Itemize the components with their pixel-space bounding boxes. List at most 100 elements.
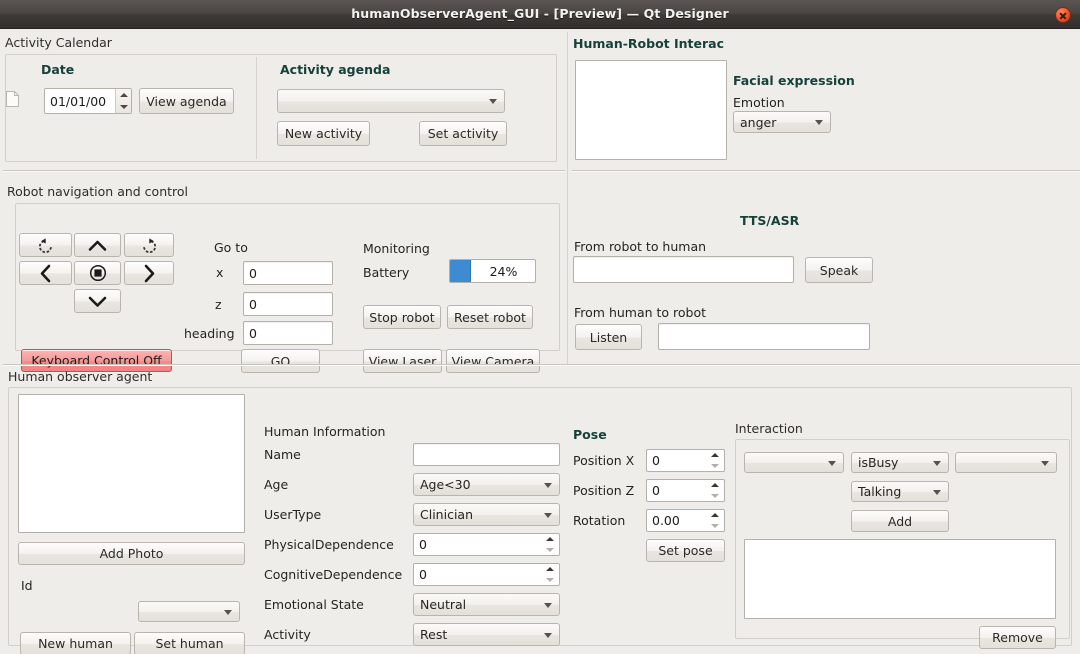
rotate-counterclockwise-icon	[38, 237, 52, 253]
reset-robot-button[interactable]: Reset robot	[447, 305, 533, 329]
close-icon[interactable]	[1055, 7, 1071, 23]
goto-z-label: z	[215, 297, 222, 312]
set-human-button[interactable]: Set human	[134, 632, 245, 654]
rotate-counterclockwise-button[interactable]	[19, 233, 72, 257]
facial-expression-header: Facial expression	[733, 73, 855, 88]
human-info-label-0: Name	[264, 447, 301, 462]
human-information-header: Human Information	[264, 424, 386, 439]
new-activity-button[interactable]: New activity	[277, 121, 370, 146]
robot-to-human-input[interactable]	[573, 256, 794, 283]
pose-spin-up-2[interactable]	[707, 510, 722, 521]
interaction-action-combo[interactable]: Talking	[851, 481, 949, 502]
view-camera-button[interactable]: View Camera	[446, 349, 540, 373]
chevron-down-icon	[544, 602, 552, 608]
human-info-spin-arrows-3[interactable]	[542, 534, 557, 555]
interaction-predicate-value: isBusy	[858, 455, 899, 470]
stop-robot-button[interactable]: Stop robot	[363, 305, 441, 329]
id-label: Id	[21, 578, 33, 593]
interaction-action-value: Talking	[858, 484, 902, 499]
move-right-button[interactable]	[124, 261, 174, 285]
human-info-input-0[interactable]	[413, 443, 560, 466]
goto-heading-input[interactable]: 0	[243, 321, 333, 345]
human-info-spin-down-3[interactable]	[542, 545, 557, 556]
goto-x-input[interactable]: 0	[243, 261, 333, 285]
interaction-remove-button[interactable]: Remove	[979, 626, 1056, 649]
interaction-predicate-combo[interactable]: isBusy	[851, 452, 949, 473]
emotion-combo-value: anger	[740, 114, 777, 130]
pose-value-2: 0.00	[652, 513, 680, 528]
top-right-divider	[572, 170, 1080, 172]
pose-spin-up-1[interactable]	[707, 480, 722, 491]
goto-header: Go to	[214, 240, 248, 255]
add-photo-button[interactable]: Add Photo	[18, 542, 245, 565]
human-info-spin-up-4[interactable]	[542, 564, 557, 575]
human-info-combo-2[interactable]: Clinician	[413, 503, 560, 526]
view-agenda-button[interactable]: View agenda	[139, 88, 234, 114]
date-spin-down[interactable]	[116, 101, 131, 113]
human-info-combo-1[interactable]: Age<30	[413, 473, 560, 496]
pose-spin-arrows-0[interactable]	[707, 450, 722, 471]
date-spin-up[interactable]	[116, 89, 131, 101]
human-info-value-3: 0	[419, 537, 427, 552]
human-info-label-2: UserType	[264, 507, 322, 522]
date-spinbox[interactable]: 01/01/00	[44, 88, 132, 114]
right-panel-divider	[567, 32, 568, 364]
pose-spinbox-0[interactable]: 0	[646, 449, 725, 472]
pose-label-0: Position X	[573, 453, 635, 468]
interaction-object-combo[interactable]	[955, 452, 1057, 473]
human-info-spinbox-4[interactable]: 0	[413, 563, 560, 586]
human-info-spin-up-3[interactable]	[542, 534, 557, 545]
emotion-combo[interactable]: anger	[733, 111, 831, 133]
view-laser-button[interactable]: View Laser	[363, 349, 442, 373]
goto-x-label: x	[216, 265, 224, 280]
activity-agenda-combo[interactable]	[277, 89, 505, 113]
set-pose-button[interactable]: Set pose	[646, 539, 725, 562]
move-down-button[interactable]	[74, 289, 121, 313]
human-to-robot-input[interactable]	[658, 323, 870, 350]
tts-asr-header: TTS/ASR	[740, 213, 800, 228]
chevron-down-icon	[489, 99, 497, 104]
pose-spin-up-0[interactable]	[707, 450, 722, 461]
arrow-left-icon	[40, 264, 51, 282]
pose-spin-down-1[interactable]	[707, 491, 722, 502]
id-combo[interactable]	[138, 601, 240, 622]
human-info-value-5: Neutral	[420, 597, 467, 612]
goto-z-input[interactable]: 0	[243, 292, 333, 316]
human-info-combo-5[interactable]: Neutral	[413, 593, 560, 616]
human-info-label-5: Emotional State	[264, 597, 364, 612]
set-activity-button[interactable]: Set activity	[419, 121, 507, 146]
pose-spin-arrows-2[interactable]	[707, 510, 722, 531]
pose-spin-down-0[interactable]	[707, 461, 722, 472]
speak-button[interactable]: Speak	[805, 257, 873, 283]
stop-center-button[interactable]	[74, 261, 121, 285]
pose-spinbox-1[interactable]: 0	[646, 479, 725, 502]
pose-spin-arrows-1[interactable]	[707, 480, 722, 501]
human-info-label-4: CognitiveDependence	[264, 567, 403, 582]
arrow-right-icon	[144, 264, 154, 282]
robot-to-human-label: From robot to human	[574, 239, 707, 254]
move-left-button[interactable]	[19, 261, 72, 285]
interaction-add-button[interactable]: Add	[851, 510, 949, 532]
rotate-clockwise-button[interactable]	[124, 233, 174, 257]
date-spin-arrows[interactable]	[115, 89, 131, 113]
human-info-spin-down-4[interactable]	[542, 575, 557, 586]
goto-z-value: 0	[249, 296, 257, 312]
go-button[interactable]: GO	[241, 349, 320, 373]
human-info-combo-6[interactable]: Rest	[413, 623, 560, 646]
move-up-button[interactable]	[74, 233, 121, 257]
chevron-down-icon	[544, 632, 552, 638]
human-info-value-4: 0	[419, 567, 427, 582]
pose-header: Pose	[573, 427, 607, 442]
new-human-button[interactable]: New human	[20, 632, 131, 654]
listen-button[interactable]: Listen	[575, 324, 642, 350]
bottom-section-divider	[3, 364, 1080, 366]
activity-calendar-group-label: Activity Calendar	[5, 35, 112, 50]
pose-spinbox-2[interactable]: 0.00	[646, 509, 725, 532]
human-info-spinbox-3[interactable]: 0	[413, 533, 560, 556]
interaction-subject-combo[interactable]	[744, 452, 844, 473]
pose-spin-down-2[interactable]	[707, 521, 722, 532]
interaction-list[interactable]	[744, 539, 1056, 619]
interaction-group-label: Interaction	[735, 421, 803, 436]
human-info-spin-arrows-4[interactable]	[542, 564, 557, 585]
emotion-label: Emotion	[733, 95, 785, 110]
